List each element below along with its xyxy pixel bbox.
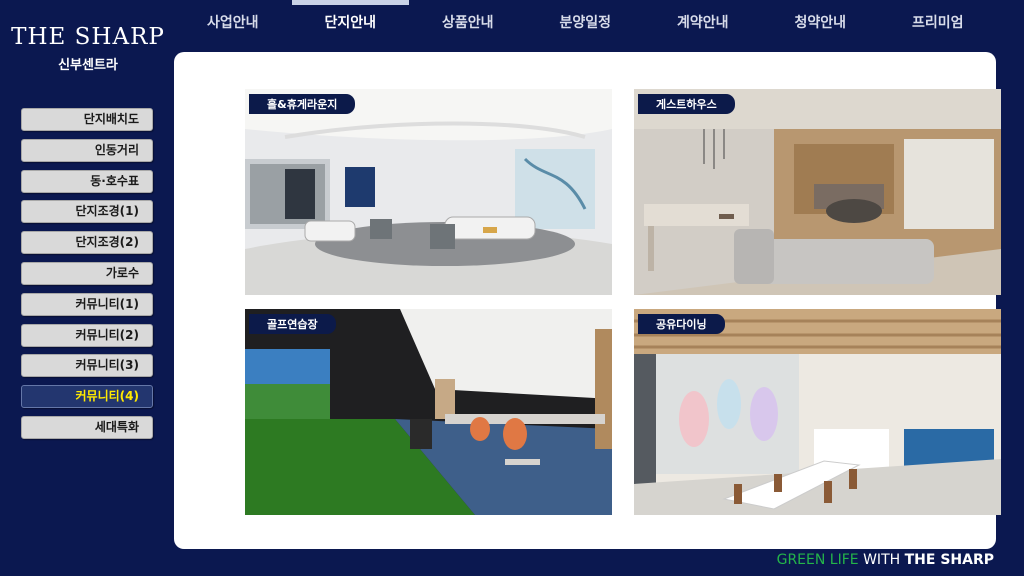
card-shared-dining[interactable]: 공유다이닝	[634, 309, 1001, 515]
golf-range-image	[245, 309, 612, 515]
footer-slogan: GREEN LIFE WITH THE SHARP	[777, 552, 994, 568]
top-nav: 사업안내 단지안내 상품안내 분양일정 계약안내 청약안내 프리미엄	[174, 0, 1024, 40]
card-label: 공유다이닝	[638, 314, 725, 334]
card-hall-lounge[interactable]: 홀&휴게라운지	[245, 89, 612, 295]
logo[interactable]: THE SHARP 신부센트라	[0, 22, 176, 73]
guest-house-image	[634, 89, 1001, 295]
sidebar-item-site-plan[interactable]: 단지배치도	[21, 108, 153, 131]
slogan-with: WITH	[863, 552, 901, 568]
tab-premium[interactable]: 프리미엄	[879, 0, 997, 40]
sidebar-item-community-2[interactable]: 커뮤니티(2)	[21, 323, 153, 347]
shared-dining-image	[634, 309, 1001, 515]
sidebar-item-unit-table[interactable]: 동·호수표	[21, 169, 153, 193]
card-label: 홀&휴게라운지	[249, 94, 356, 114]
card-label: 골프연습장	[249, 314, 336, 334]
card-guest-house[interactable]: 게스트하우스	[634, 89, 1001, 295]
sidebar-item-community-3[interactable]: 커뮤니티(3)	[21, 354, 153, 378]
tab-business[interactable]: 사업안내	[174, 0, 292, 40]
sidebar-item-unit-features[interactable]: 세대특화	[21, 415, 153, 439]
logo-sub: 신부센트라	[58, 58, 118, 73]
sidebar-item-landscape-1[interactable]: 단지조경(1)	[21, 200, 153, 224]
sidebar-item-community-4[interactable]: 커뮤니티(4)	[21, 385, 153, 409]
tab-schedule[interactable]: 분양일정	[527, 0, 645, 40]
tab-contract[interactable]: 계약안내	[644, 0, 762, 40]
logo-main: THE SHARP	[11, 24, 165, 50]
tab-product[interactable]: 상품안내	[409, 0, 527, 40]
sidebar-item-landscape-2[interactable]: 단지조경(2)	[21, 231, 153, 255]
sidebar-item-community-1[interactable]: 커뮤니티(1)	[21, 292, 153, 316]
sidebar: 단지배치도 인동거리 동·호수표 단지조경(1) 단지조경(2) 가로수 커뮤니…	[21, 108, 153, 447]
tab-complex[interactable]: 단지안내	[291, 0, 410, 40]
tab-subscription[interactable]: 청약안내	[762, 0, 880, 40]
content-panel: 홀&휴게라운지 게스트하우스 골프연습장 공유다이닝	[174, 52, 1001, 549]
sidebar-item-building-distance[interactable]: 인동거리	[21, 138, 153, 162]
slogan-green-life: GREEN LIFE	[776, 552, 859, 568]
slogan-the-sharp: THE SHARP	[904, 552, 994, 568]
card-golf-range[interactable]: 골프연습장	[245, 309, 612, 515]
lounge-image	[245, 89, 612, 295]
sidebar-item-street-trees[interactable]: 가로수	[21, 261, 153, 285]
card-label: 게스트하우스	[638, 94, 735, 114]
